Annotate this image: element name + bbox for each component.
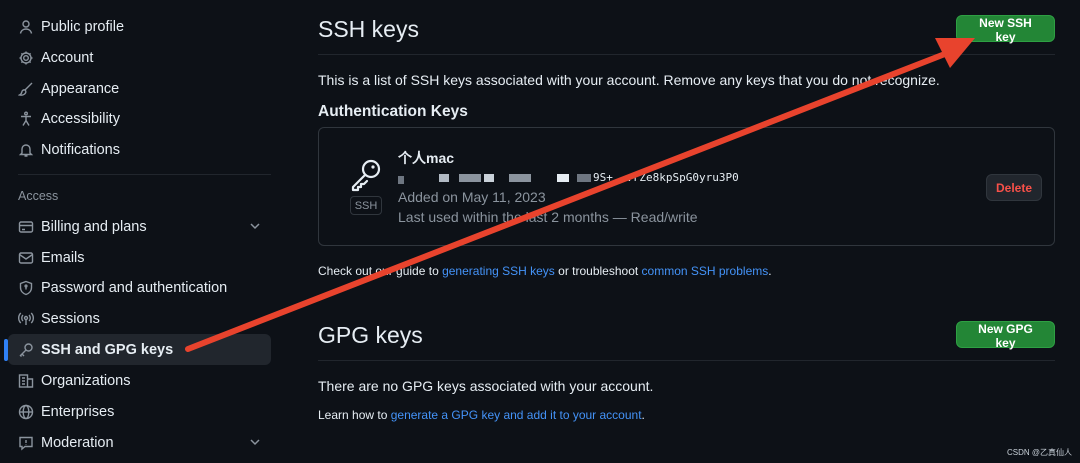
settings-sidebar: Public profile Account Appearance Access… — [0, 0, 290, 463]
broadcast-icon — [18, 311, 34, 327]
sidebar-item-label: Moderation — [41, 434, 114, 451]
sidebar-item-ssh-gpg-keys[interactable]: SSH and GPG keys — [4, 334, 271, 365]
new-gpg-key-button[interactable]: New GPG key — [956, 321, 1055, 350]
sidebar-item-label: Accessibility — [41, 110, 120, 127]
sidebar-item-emails[interactable]: Emails — [8, 242, 271, 273]
mail-icon — [18, 250, 34, 266]
sidebar-item-appearance[interactable]: Appearance — [8, 73, 271, 104]
sidebar-group-access-heading: Access — [18, 189, 59, 203]
sidebar-item-label: Sessions — [41, 310, 100, 327]
ssh-description: This is a list of SSH keys associated wi… — [318, 72, 940, 88]
ssh-keys-title: SSH keys — [318, 16, 419, 42]
globe-icon — [18, 404, 34, 420]
credit-card-icon — [18, 219, 34, 235]
sidebar-item-label: Appearance — [41, 80, 120, 97]
gpg-learn-text: Learn how to generate a GPG key and add … — [318, 408, 645, 422]
sidebar-item-label: Public profile — [41, 18, 125, 35]
sidebar-item-organizations[interactable]: Organizations — [8, 365, 271, 396]
guide-suffix: . — [768, 264, 772, 278]
new-ssh-key-button[interactable]: New SSH key — [956, 15, 1055, 44]
sidebar-item-notifications[interactable]: Notifications — [8, 134, 271, 165]
generating-ssh-keys-link[interactable]: generating SSH keys — [442, 264, 555, 278]
gpg-empty-message: There are no GPG keys associated with yo… — [318, 378, 654, 394]
sidebar-item-enterprises[interactable]: Enterprises — [8, 396, 271, 427]
sidebar-item-public-profile[interactable]: Public profile — [8, 11, 271, 42]
section-divider — [318, 54, 1055, 55]
generate-gpg-key-link[interactable]: generate a GPG key and add it to your ac… — [391, 408, 642, 422]
sidebar-item-billing[interactable]: Billing and plans — [8, 211, 271, 242]
person-icon — [18, 19, 34, 35]
sidebar-item-label: Organizations — [41, 372, 131, 389]
sidebar-item-label: Notifications — [41, 141, 120, 158]
sidebar-item-label: Billing and plans — [41, 218, 147, 235]
redaction-block — [398, 176, 404, 184]
sidebar-item-label: SSH and GPG keys — [41, 341, 174, 358]
ssh-key-card: SSH 个人mac 9S+...rZe8kpSpG0yru3P0 Added o… — [318, 127, 1055, 246]
redaction-block — [439, 174, 449, 182]
sidebar-item-label: Account — [41, 49, 94, 66]
fingerprint-visible-text: 9S+...rZe8kpSpG0yru3P0 — [593, 171, 739, 184]
common-ssh-problems-link[interactable]: common SSH problems — [642, 264, 769, 278]
delete-ssh-key-button[interactable]: Delete — [986, 174, 1043, 201]
chevron-down-icon[interactable] — [248, 435, 262, 449]
ssh-key-last-used: Last used within the last 2 months — Rea… — [398, 209, 698, 225]
gpg-keys-title: GPG keys — [318, 322, 423, 348]
ssh-gpg-settings-main: SSH keys New SSH key This is a list of S… — [318, 0, 1055, 463]
sidebar-item-label: Emails — [41, 249, 85, 266]
authentication-keys-heading: Authentication Keys — [318, 103, 468, 120]
redaction-block — [484, 174, 494, 182]
sidebar-item-sessions[interactable]: Sessions — [8, 303, 271, 334]
sidebar-item-accessibility[interactable]: Accessibility — [8, 103, 271, 134]
gear-icon — [18, 50, 34, 66]
shield-lock-icon — [18, 280, 34, 296]
learn-prefix: Learn how to — [318, 408, 391, 422]
sidebar-item-label: Enterprises — [41, 403, 115, 420]
ssh-key-added-date: Added on May 11, 2023 — [398, 189, 546, 205]
ssh-guide-text: Check out our guide to generating SSH ke… — [318, 264, 772, 278]
redaction-block — [509, 174, 531, 182]
accessibility-icon — [18, 111, 34, 127]
sidebar-item-password-authentication[interactable]: Password and authentication — [8, 272, 271, 303]
csdn-watermark: CSDN @乙真仙人 — [1006, 448, 1072, 457]
redaction-block — [577, 174, 591, 182]
chevron-down-icon[interactable] — [248, 219, 262, 233]
sidebar-item-account[interactable]: Account — [8, 42, 271, 73]
report-icon — [18, 435, 34, 451]
ssh-key-name: 个人mac — [398, 150, 455, 166]
sidebar-divider — [18, 174, 271, 175]
key-icon — [18, 342, 34, 358]
key-icon — [351, 159, 381, 192]
sidebar-item-moderation[interactable]: Moderation — [8, 427, 271, 458]
guide-prefix: Check out our guide to — [318, 264, 443, 278]
ssh-type-badge: SSH — [350, 196, 382, 215]
learn-suffix: . — [641, 408, 645, 422]
active-indicator — [4, 339, 8, 361]
organization-icon — [18, 373, 34, 389]
redaction-block — [459, 174, 481, 182]
guide-middle: or troubleshoot — [554, 264, 642, 278]
redaction-block — [557, 174, 569, 182]
bell-icon — [18, 142, 34, 158]
section-divider — [318, 360, 1055, 361]
paintbrush-icon — [18, 81, 34, 97]
sidebar-item-label: Password and authentication — [41, 279, 228, 296]
